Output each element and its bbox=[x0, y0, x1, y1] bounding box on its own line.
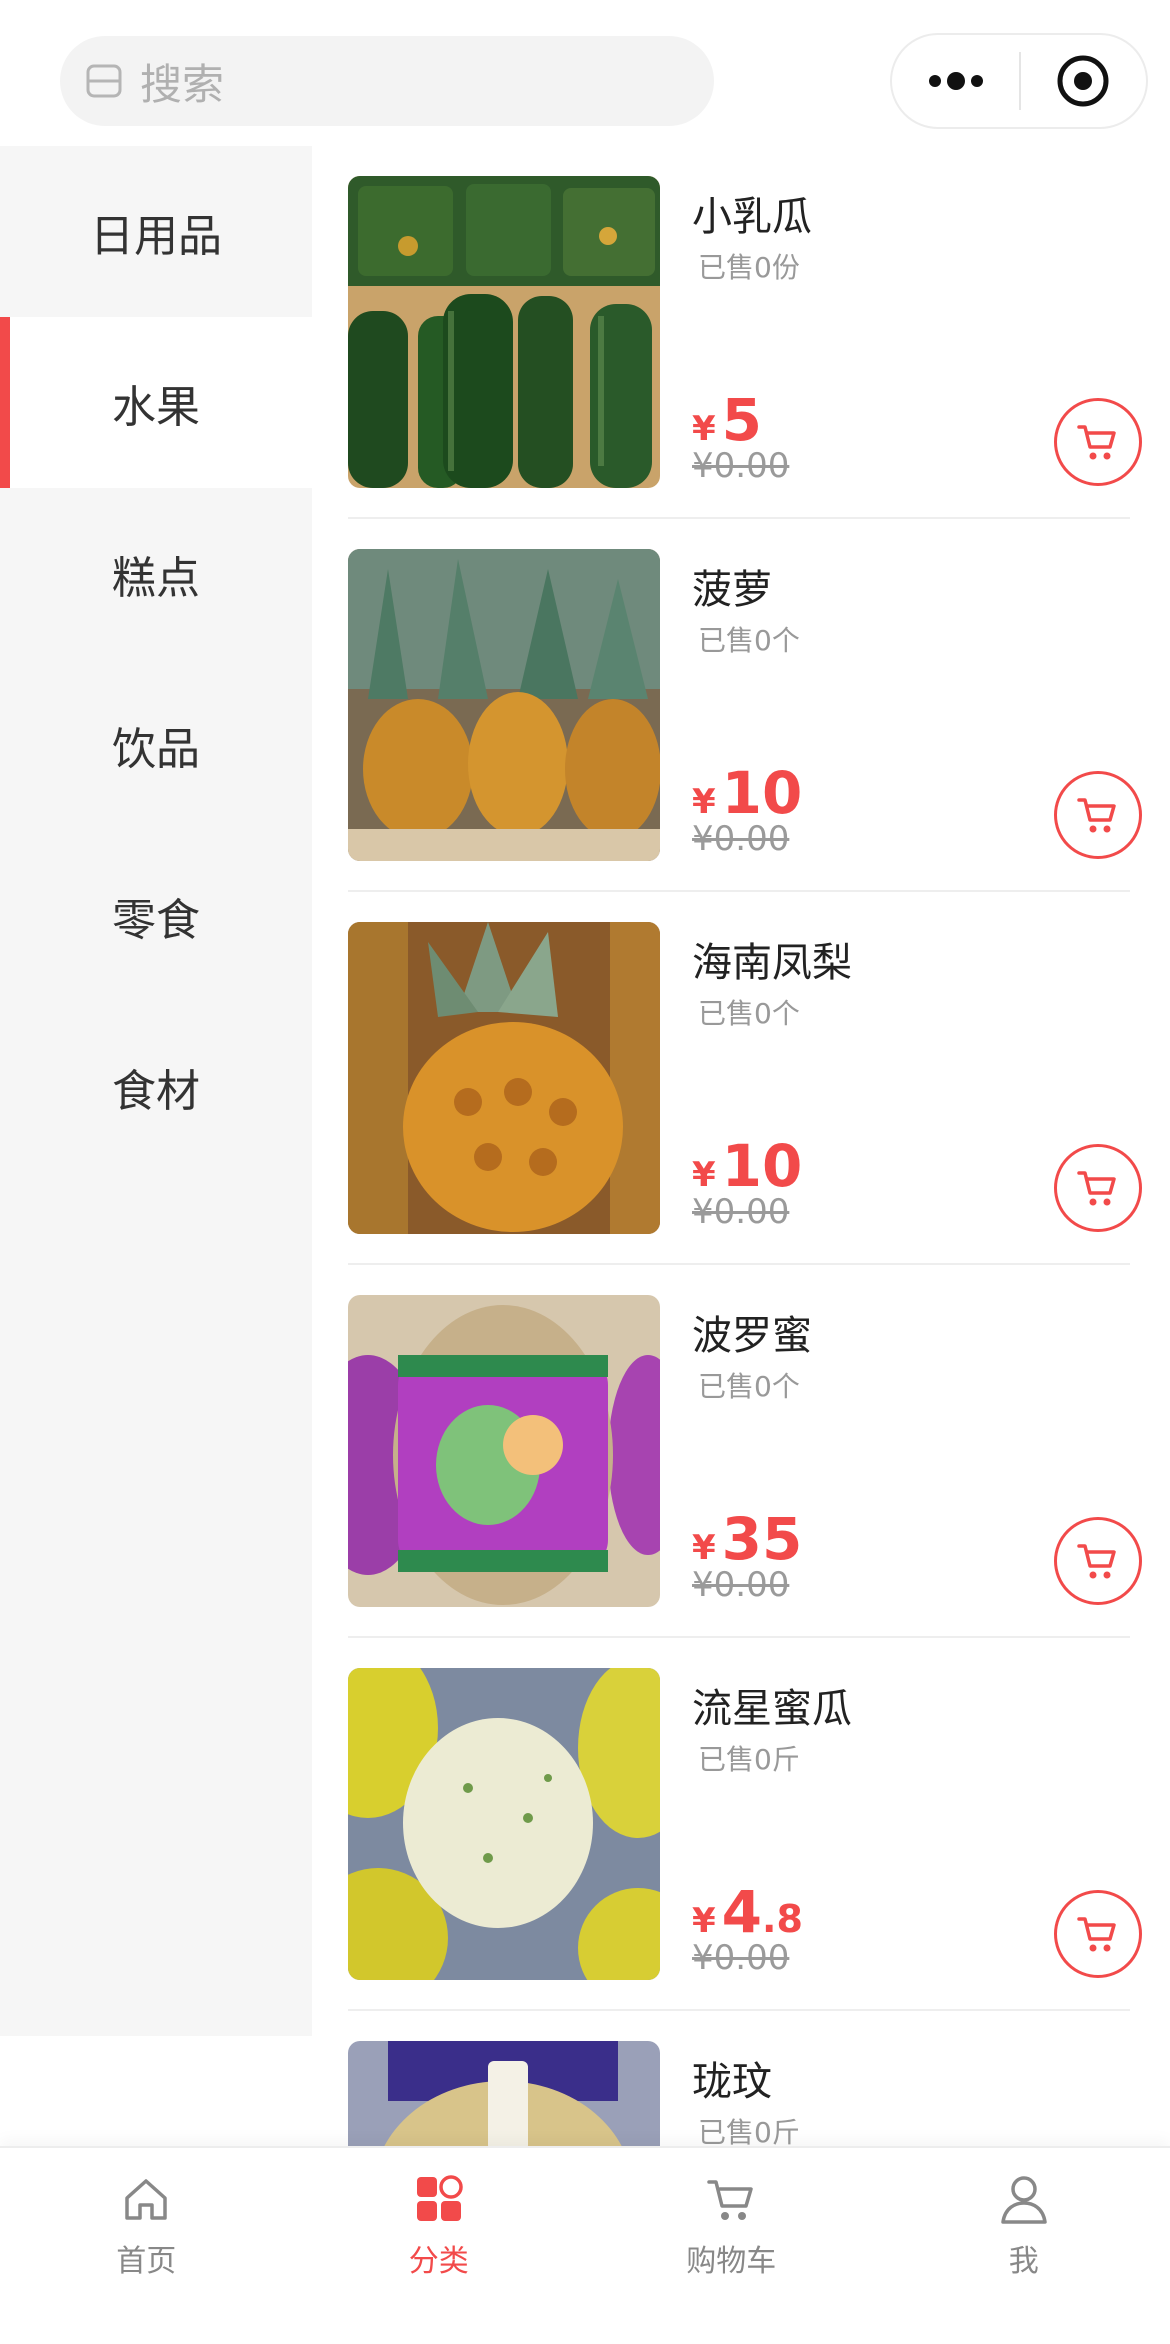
product-sold-count: 已售0个 bbox=[698, 997, 800, 1030]
target-close-icon bbox=[1057, 55, 1109, 107]
more-dots-icon bbox=[928, 72, 983, 90]
product-price: ¥5 bbox=[692, 386, 762, 454]
sidebar-item-label: 饮品 bbox=[112, 723, 200, 775]
product-price: ¥10 bbox=[692, 759, 802, 827]
tab-label: 我 bbox=[1008, 2244, 1039, 2279]
product-name: 小乳瓜 bbox=[692, 194, 812, 240]
price-value: 10 bbox=[721, 759, 803, 827]
product-original-price: ¥0.00 bbox=[692, 446, 790, 486]
user-icon bbox=[1001, 2176, 1047, 2224]
product-original-price: ¥0.00 bbox=[692, 1192, 790, 1232]
cart-icon bbox=[1077, 1544, 1116, 1579]
product-name: 流星蜜瓜 bbox=[692, 1686, 852, 1732]
category-sidebar: 日用品 水果 糕点 饮品 零食 食材 bbox=[0, 146, 312, 2036]
sidebar-item-ingredients[interactable]: 食材 bbox=[0, 1001, 312, 1172]
product-original-price: ¥0.00 bbox=[692, 1565, 790, 1605]
sidebar-item-snacks[interactable]: 零食 bbox=[0, 830, 312, 1001]
sidebar-item-label: 食材 bbox=[112, 1065, 200, 1117]
product-sold-count: 已售0份 bbox=[698, 251, 800, 284]
category-icon bbox=[416, 2175, 463, 2221]
price-value: 5 bbox=[721, 386, 763, 454]
cart-icon bbox=[1077, 1171, 1116, 1206]
product-image[interactable] bbox=[348, 922, 660, 1234]
cart-icon bbox=[1077, 1917, 1116, 1952]
cart-icon bbox=[1077, 425, 1116, 460]
price-currency: ¥ bbox=[692, 782, 716, 822]
add-to-cart-button[interactable] bbox=[1054, 1144, 1142, 1232]
product-sold-count: 已售0斤 bbox=[698, 1743, 800, 1776]
product-price: ¥4.8 bbox=[692, 1878, 803, 1946]
bottom-tab-bar: 首页 分类 购物车 我 bbox=[0, 2146, 1170, 2344]
close-miniprogram-button[interactable] bbox=[1021, 33, 1146, 129]
add-to-cart-button[interactable] bbox=[1054, 1517, 1142, 1605]
product-item[interactable]: 海南凤梨 已售0个 ¥10 ¥0.00 bbox=[348, 892, 1142, 1265]
product-name: 海南凤梨 bbox=[692, 940, 852, 986]
price-value: 35 bbox=[721, 1505, 803, 1573]
app-root: 搜索 日用品 水果 糕点 饮品 零食 食材 小乳瓜 已售0份 ¥ 5 ¥0.00… bbox=[0, 0, 1170, 2344]
more-button[interactable] bbox=[892, 33, 1019, 129]
product-name: 波罗蜜 bbox=[692, 1313, 812, 1359]
product-name: 菠萝 bbox=[692, 567, 772, 613]
scan-icon bbox=[86, 64, 122, 98]
miniprogram-capsule bbox=[890, 33, 1148, 129]
product-sold-count: 已售0个 bbox=[698, 1370, 800, 1403]
product-item[interactable]: 波罗蜜 已售0个 ¥35 ¥0.00 bbox=[348, 1265, 1142, 1638]
product-price: ¥35 bbox=[692, 1505, 802, 1573]
sidebar-item-label: 水果 bbox=[112, 381, 200, 433]
sidebar-item-label: 糕点 bbox=[112, 552, 200, 604]
product-image[interactable] bbox=[348, 1668, 660, 1980]
add-to-cart-button[interactable] bbox=[1054, 771, 1142, 859]
product-image[interactable] bbox=[348, 1295, 660, 1607]
price-currency: ¥ bbox=[692, 1155, 716, 1195]
tab-label: 首页 bbox=[116, 2244, 177, 2279]
cart-icon bbox=[707, 2180, 753, 2220]
cart-icon bbox=[1077, 798, 1116, 833]
product-image[interactable] bbox=[348, 2041, 660, 2146]
product-item[interactable]: 小乳瓜 已售0份 ¥5 ¥0.00 bbox=[348, 146, 1142, 519]
product-sold-count: 已售0斤 bbox=[698, 2116, 800, 2146]
product-sold-count: 已售0个 bbox=[698, 624, 800, 657]
price-value: 10 bbox=[721, 1132, 803, 1200]
price-value: 4.8 bbox=[721, 1878, 803, 1946]
sidebar-item-label: 日用品 bbox=[90, 210, 222, 262]
tab-label: 购物车 bbox=[686, 2244, 777, 2279]
add-to-cart-button[interactable] bbox=[1054, 1890, 1142, 1978]
price-currency: ¥ bbox=[692, 1901, 716, 1941]
home-icon bbox=[125, 2179, 167, 2220]
tab-category[interactable]: 分类 bbox=[293, 2148, 586, 2344]
product-item[interactable]: 流星蜜瓜 已售0斤 ¥4.8 ¥0.00 bbox=[348, 1638, 1142, 2011]
tab-me[interactable]: 我 bbox=[878, 2148, 1170, 2344]
tab-label: 分类 bbox=[408, 2244, 469, 2279]
product-list: 小乳瓜 已售0份 ¥5 ¥0.00 菠萝 已售0个 ¥ 10 ¥0.00 海南凤… bbox=[312, 146, 1170, 2146]
product-item[interactable]: 菠萝 已售0个 ¥10 ¥0.00 bbox=[348, 519, 1142, 892]
search-placeholder: 搜索 bbox=[140, 59, 225, 109]
product-price: ¥10 bbox=[692, 1132, 802, 1200]
product-image[interactable] bbox=[348, 176, 660, 488]
top-bar: 搜索 bbox=[0, 0, 1170, 146]
product-original-price: ¥0.00 bbox=[692, 1938, 790, 1978]
price-currency: ¥ bbox=[692, 1528, 716, 1568]
sidebar-item-daily-goods[interactable]: 日用品 bbox=[0, 146, 312, 317]
product-name: 珑玟 bbox=[692, 2059, 772, 2105]
product-item[interactable]: 珑玟 已售0斤 bbox=[348, 2011, 1130, 2146]
price-currency: ¥ bbox=[692, 409, 716, 449]
sidebar-item-pastry[interactable]: 糕点 bbox=[0, 488, 312, 659]
search-bar[interactable]: 搜索 bbox=[60, 36, 714, 126]
tab-cart[interactable]: 购物车 bbox=[585, 2148, 878, 2344]
product-image[interactable] bbox=[348, 549, 660, 861]
add-to-cart-button[interactable] bbox=[1054, 398, 1142, 486]
price-decimal: .8 bbox=[762, 1897, 803, 1941]
tab-home[interactable]: 首页 bbox=[0, 2148, 293, 2344]
product-original-price: ¥0.00 bbox=[692, 819, 790, 859]
sidebar-item-drinks[interactable]: 饮品 bbox=[0, 659, 312, 830]
sidebar-item-fruit[interactable]: 水果 bbox=[0, 317, 312, 488]
sidebar-item-label: 零食 bbox=[112, 894, 200, 946]
